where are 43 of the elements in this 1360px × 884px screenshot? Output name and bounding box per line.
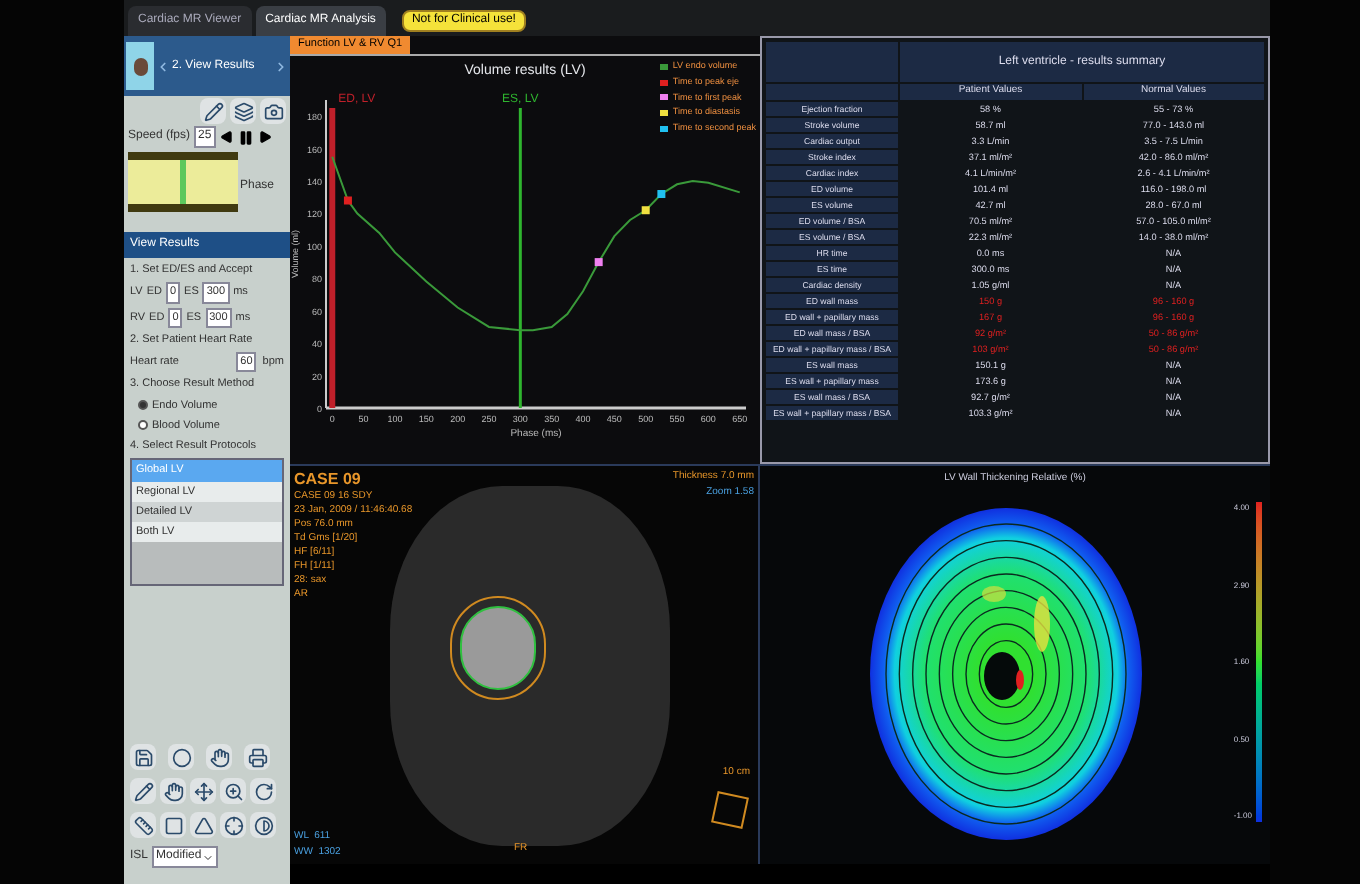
- time-point-marker: [641, 206, 650, 215]
- legend-swatch: [660, 94, 669, 101]
- move-icon[interactable]: [190, 778, 216, 804]
- image-info-text: CASE 09: [294, 470, 363, 490]
- table-corner-cell: [766, 42, 898, 82]
- time-point-marker: [657, 190, 666, 198]
- hot-spot: [981, 585, 1005, 601]
- hand-icon[interactable]: [206, 744, 232, 770]
- center-hole: [983, 651, 1019, 699]
- camera-icon[interactable]: [260, 98, 286, 124]
- next-frame-icon[interactable]: [257, 130, 272, 144]
- phase-marker-line[interactable]: [329, 108, 336, 408]
- hot-spot: [1015, 669, 1023, 689]
- zoom-icon[interactable]: [220, 778, 246, 804]
- previous-step-icon[interactable]: [156, 59, 170, 73]
- patient-avatar-icon: [126, 42, 154, 90]
- layers-icon[interactable]: [230, 98, 256, 124]
- save-icon[interactable]: [130, 744, 156, 770]
- printer-icon[interactable]: [244, 744, 270, 770]
- phase-timeline[interactable]: [128, 152, 238, 212]
- hot-spot: [1033, 595, 1049, 651]
- pencil-icon[interactable]: [130, 778, 156, 804]
- rotate-icon[interactable]: [250, 778, 276, 804]
- dropdown-caret-icon: [201, 851, 214, 863]
- radio-button[interactable]: [138, 400, 148, 411]
- time-point-marker: [594, 258, 603, 267]
- pause-icon[interactable]: [237, 129, 254, 145]
- next-step-icon[interactable]: [274, 59, 288, 73]
- legend-swatch: [660, 125, 669, 132]
- ruler-icon[interactable]: [130, 812, 156, 838]
- phase-marker-line[interactable]: [518, 108, 522, 408]
- legend-swatch: [660, 63, 669, 70]
- contrast-icon[interactable]: [250, 812, 276, 838]
- time-point-marker: [343, 196, 352, 205]
- radio-button[interactable]: [138, 420, 148, 431]
- pencil-icon[interactable]: [200, 98, 226, 124]
- square-icon[interactable]: [160, 812, 186, 838]
- crosshair-icon[interactable]: [220, 812, 246, 838]
- legend-swatch: [660, 110, 669, 117]
- circle-icon[interactable]: [168, 744, 194, 770]
- legend-swatch: [660, 79, 669, 86]
- previous-frame-icon[interactable]: [219, 130, 234, 144]
- hand-icon[interactable]: [160, 778, 186, 804]
